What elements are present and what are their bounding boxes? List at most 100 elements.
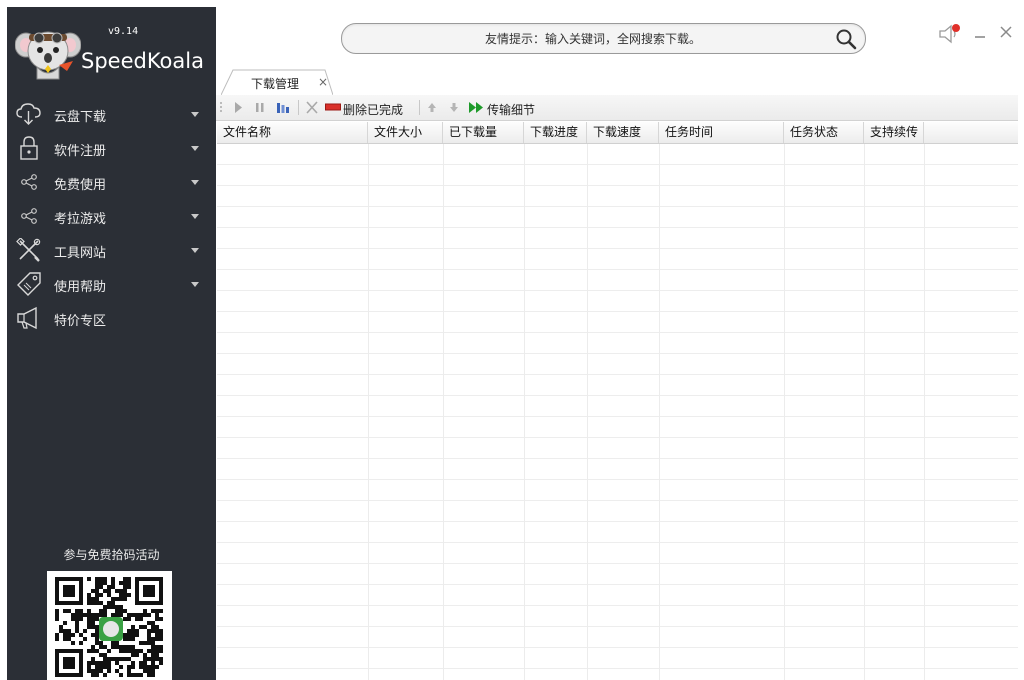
- table-row: [217, 627, 1018, 648]
- sidebar-item-label: 使用帮助: [54, 280, 107, 295]
- koala-logo: [15, 31, 81, 80]
- sidebar-item-koala-games[interactable]: 考拉游戏: [7, 199, 216, 233]
- lock-icon: [20, 136, 38, 160]
- table-row: [217, 522, 1018, 543]
- move-up-icon[interactable]: [425, 99, 439, 116]
- pause-icon[interactable]: [253, 99, 267, 116]
- version-label: v9.14: [108, 26, 139, 37]
- caret-down-icon: [191, 112, 199, 117]
- sidebar-nav: 云盘下载 软件注册 免费使用 考拉游戏 工具网站 使用帮助 特价专区: [7, 97, 216, 335]
- sidebar-item-free-use[interactable]: 免费使用: [7, 165, 216, 199]
- table-row: [217, 186, 1018, 207]
- column-divider: [864, 144, 865, 680]
- delete-completed-label: 删除已完成: [343, 103, 404, 117]
- caret-down-icon: [191, 214, 199, 219]
- toolbar-grip: [220, 102, 222, 112]
- tab-label: 下载管理: [251, 77, 300, 91]
- search-input[interactable]: [356, 28, 830, 50]
- promo-title: 参与免费拾码活动: [63, 548, 160, 562]
- table-row: [217, 270, 1018, 291]
- caret-down-icon: [191, 146, 199, 151]
- caret-down-icon: [191, 248, 199, 253]
- column-header-task-status[interactable]: 任务状态: [784, 122, 864, 143]
- column-divider: [924, 144, 925, 680]
- move-down-icon[interactable]: [447, 99, 461, 116]
- sidebar-item-label: 云盘下载: [54, 110, 107, 125]
- search-icon[interactable]: [835, 28, 857, 50]
- column-divider: [587, 144, 588, 680]
- sidebar: v9.14 SpeedKoala 云盘下载 软件注册 免费使用 考拉游戏 工具网…: [7, 7, 216, 680]
- app-window: v9.14 SpeedKoala 云盘下载 软件注册 免费使用 考拉游戏 工具网…: [7, 7, 1018, 680]
- sidebar-item-tool-sites[interactable]: 工具网站: [7, 233, 216, 267]
- table-row: [217, 291, 1018, 312]
- table-row: [217, 564, 1018, 585]
- play-icon[interactable]: [231, 99, 245, 116]
- table-row: [217, 648, 1018, 669]
- column-header-resume-support[interactable]: 支持续传: [864, 122, 924, 143]
- column-divider: [368, 144, 369, 680]
- table-row: [217, 480, 1018, 501]
- sidebar-item-cloud-download[interactable]: 云盘下载: [7, 97, 216, 131]
- cancel-x-icon[interactable]: [304, 99, 320, 116]
- table-row: [217, 438, 1018, 459]
- table-row: [217, 501, 1018, 522]
- toolbar-separator: [419, 100, 420, 115]
- table-row: [217, 543, 1018, 564]
- toolbar: 删除已完成 传输细节: [216, 95, 1018, 121]
- table-row: [217, 165, 1018, 186]
- minimize-icon[interactable]: [973, 27, 987, 41]
- table-header: 文件名称 文件大小 已下载量 下载进度 下载速度 任务时间 任务状态 支持续传: [217, 122, 1018, 144]
- share-icon: [21, 208, 37, 224]
- transfer-details-label: 传输细节: [487, 103, 536, 117]
- column-header-file-size[interactable]: 文件大小: [368, 122, 443, 143]
- caret-down-icon: [191, 180, 199, 185]
- table-body: [217, 144, 1018, 680]
- table-row: [217, 249, 1018, 270]
- column-header-task-time[interactable]: 任务时间: [659, 122, 784, 143]
- sidebar-item-help[interactable]: 使用帮助: [7, 267, 216, 301]
- notification-speaker-icon[interactable]: [937, 23, 963, 45]
- delete-bar-icon: [325, 103, 341, 111]
- transfer-details-button[interactable]: 传输细节: [468, 99, 548, 117]
- table-row: [217, 459, 1018, 480]
- sidebar-item-label: 免费使用: [54, 178, 107, 193]
- table-row: [217, 606, 1018, 627]
- table-row: [217, 333, 1018, 354]
- caret-down-icon: [191, 282, 199, 287]
- queue-icon[interactable]: [275, 99, 291, 116]
- column-header-progress[interactable]: 下载进度: [524, 122, 587, 143]
- toolbar-separator: [298, 100, 299, 115]
- sidebar-item-label: 考拉游戏: [54, 212, 107, 227]
- sidebar-item-label: 特价专区: [54, 314, 107, 329]
- qr-code-image: [47, 571, 172, 680]
- download-table: 文件名称 文件大小 已下载量 下载进度 下载速度 任务时间 任务状态 支持续传: [217, 122, 1018, 680]
- cloud-download-icon: [16, 103, 41, 125]
- column-divider: [524, 144, 525, 680]
- column-header-speed[interactable]: 下载速度: [587, 122, 659, 143]
- table-row: [217, 312, 1018, 333]
- tag-icon: [17, 272, 41, 296]
- sidebar-item-label: 工具网站: [54, 246, 107, 261]
- table-row: [217, 417, 1018, 438]
- fast-forward-icon: [469, 102, 483, 113]
- column-divider: [443, 144, 444, 680]
- sidebar-item-register[interactable]: 软件注册: [7, 131, 216, 165]
- brand-area: v9.14 SpeedKoala: [7, 7, 216, 93]
- close-window-icon[interactable]: [999, 25, 1013, 39]
- sidebar-item-specials[interactable]: 特价专区: [7, 301, 216, 335]
- column-divider: [784, 144, 785, 680]
- megaphone-icon: [17, 306, 37, 330]
- table-row: [217, 228, 1018, 249]
- column-header-downloaded[interactable]: 已下载量: [443, 122, 524, 143]
- tab-close-icon[interactable]: ×: [318, 76, 328, 88]
- share-icon: [21, 174, 37, 190]
- column-header-file-name[interactable]: 文件名称: [217, 122, 368, 143]
- header: 下载管理 ×: [216, 7, 1018, 95]
- tools-icon: [16, 238, 41, 262]
- tab-download-manager[interactable]: 下载管理 ×: [221, 69, 333, 95]
- delete-completed-button[interactable]: 删除已完成: [325, 99, 415, 117]
- table-row: [217, 354, 1018, 375]
- app-title: SpeedKoala: [81, 49, 204, 73]
- table-row: [217, 144, 1018, 165]
- table-row: [217, 396, 1018, 417]
